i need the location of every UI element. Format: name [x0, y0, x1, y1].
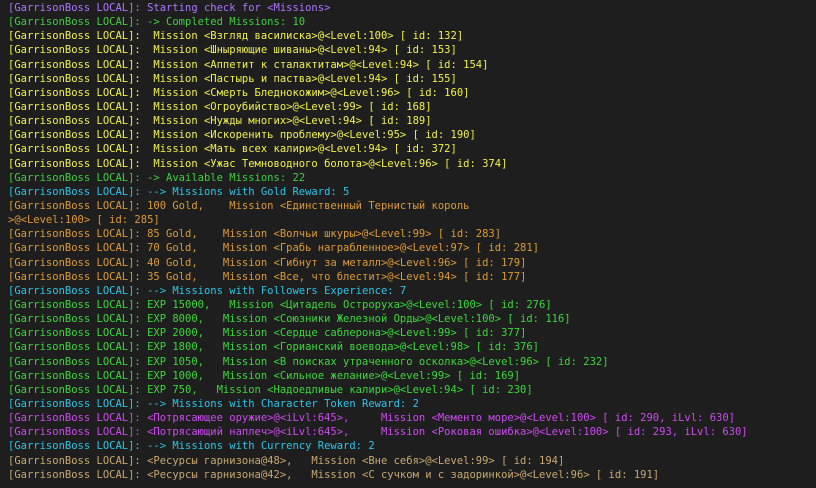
log-line: [GarrisonBoss LOCAL]: --> Missions with … [8, 440, 375, 453]
log-line: [GarrisonBoss LOCAL]: Mission <Ужас Темн… [8, 157, 508, 170]
log-line: [GarrisonBoss LOCAL]: EXP 8000, Mission … [8, 313, 571, 326]
console-log: [GarrisonBoss LOCAL]: Starting check for… [8, 1, 812, 482]
log-line: [GarrisonBoss LOCAL]: -> Available Missi… [8, 171, 306, 184]
log-line: [GarrisonBoss LOCAL]: --> Missions with … [8, 185, 350, 198]
log-line: [GarrisonBoss LOCAL]: EXP 1000, Mission … [8, 369, 521, 382]
log-line: [GarrisonBoss LOCAL]: EXP 1800, Mission … [8, 341, 540, 354]
log-line: [GarrisonBoss LOCAL]: <Потрясающее оружи… [8, 412, 735, 425]
log-line: [GarrisonBoss LOCAL]: 85 Gold, Mission <… [8, 228, 502, 241]
log-line: [GarrisonBoss LOCAL]: -> Completed Missi… [8, 16, 306, 29]
log-line: >@<Level:100> [ id: 285] [8, 214, 160, 227]
log-line: [GarrisonBoss LOCAL]: Mission <Аппетит к… [8, 58, 489, 71]
log-line: [GarrisonBoss LOCAL]: <Потрясающий напле… [8, 426, 748, 439]
log-line: [GarrisonBoss LOCAL]: EXP 15000, Mission… [8, 298, 552, 311]
log-line: [GarrisonBoss LOCAL]: Mission <Шныряющие… [8, 44, 457, 57]
log-line: [GarrisonBoss LOCAL]: Mission <Огроубийс… [8, 100, 432, 113]
log-line: [GarrisonBoss LOCAL]: --> Missions with … [8, 284, 407, 297]
log-line: [GarrisonBoss LOCAL]: 100 Gold, Mission … [8, 199, 470, 212]
log-line: [GarrisonBoss LOCAL]: 35 Gold, Mission <… [8, 270, 527, 283]
log-line: [GarrisonBoss LOCAL]: Mission <Смерть Бл… [8, 86, 470, 99]
log-line: [GarrisonBoss LOCAL]: Mission <Искоренит… [8, 129, 476, 142]
log-line: [GarrisonBoss LOCAL]: Mission <Взгляд ва… [8, 30, 464, 43]
log-line: [GarrisonBoss LOCAL]: EXP 2000, Mission … [8, 327, 527, 340]
log-line: [GarrisonBoss LOCAL]: 70 Gold, Mission <… [8, 242, 540, 255]
log-line: [GarrisonBoss LOCAL]: Starting check for… [8, 2, 331, 14]
log-line: [GarrisonBoss LOCAL]: <Ресурсы гарнизона… [8, 454, 565, 467]
log-line: [GarrisonBoss LOCAL]: <Ресурсы гарнизона… [8, 468, 660, 481]
log-line: [GarrisonBoss LOCAL]: EXP 1050, Mission … [8, 355, 609, 368]
log-line: [GarrisonBoss LOCAL]: 40 Gold, Mission <… [8, 256, 527, 269]
log-line: [GarrisonBoss LOCAL]: --> Missions with … [8, 397, 419, 410]
log-line: [GarrisonBoss LOCAL]: Mission <Мать всех… [8, 143, 457, 156]
log-line: [GarrisonBoss LOCAL]: Mission <Пастырь и… [8, 72, 457, 85]
log-line: [GarrisonBoss LOCAL]: Mission <Нужды мно… [8, 115, 432, 128]
log-line: [GarrisonBoss LOCAL]: EXP 750, Mission <… [8, 383, 533, 396]
